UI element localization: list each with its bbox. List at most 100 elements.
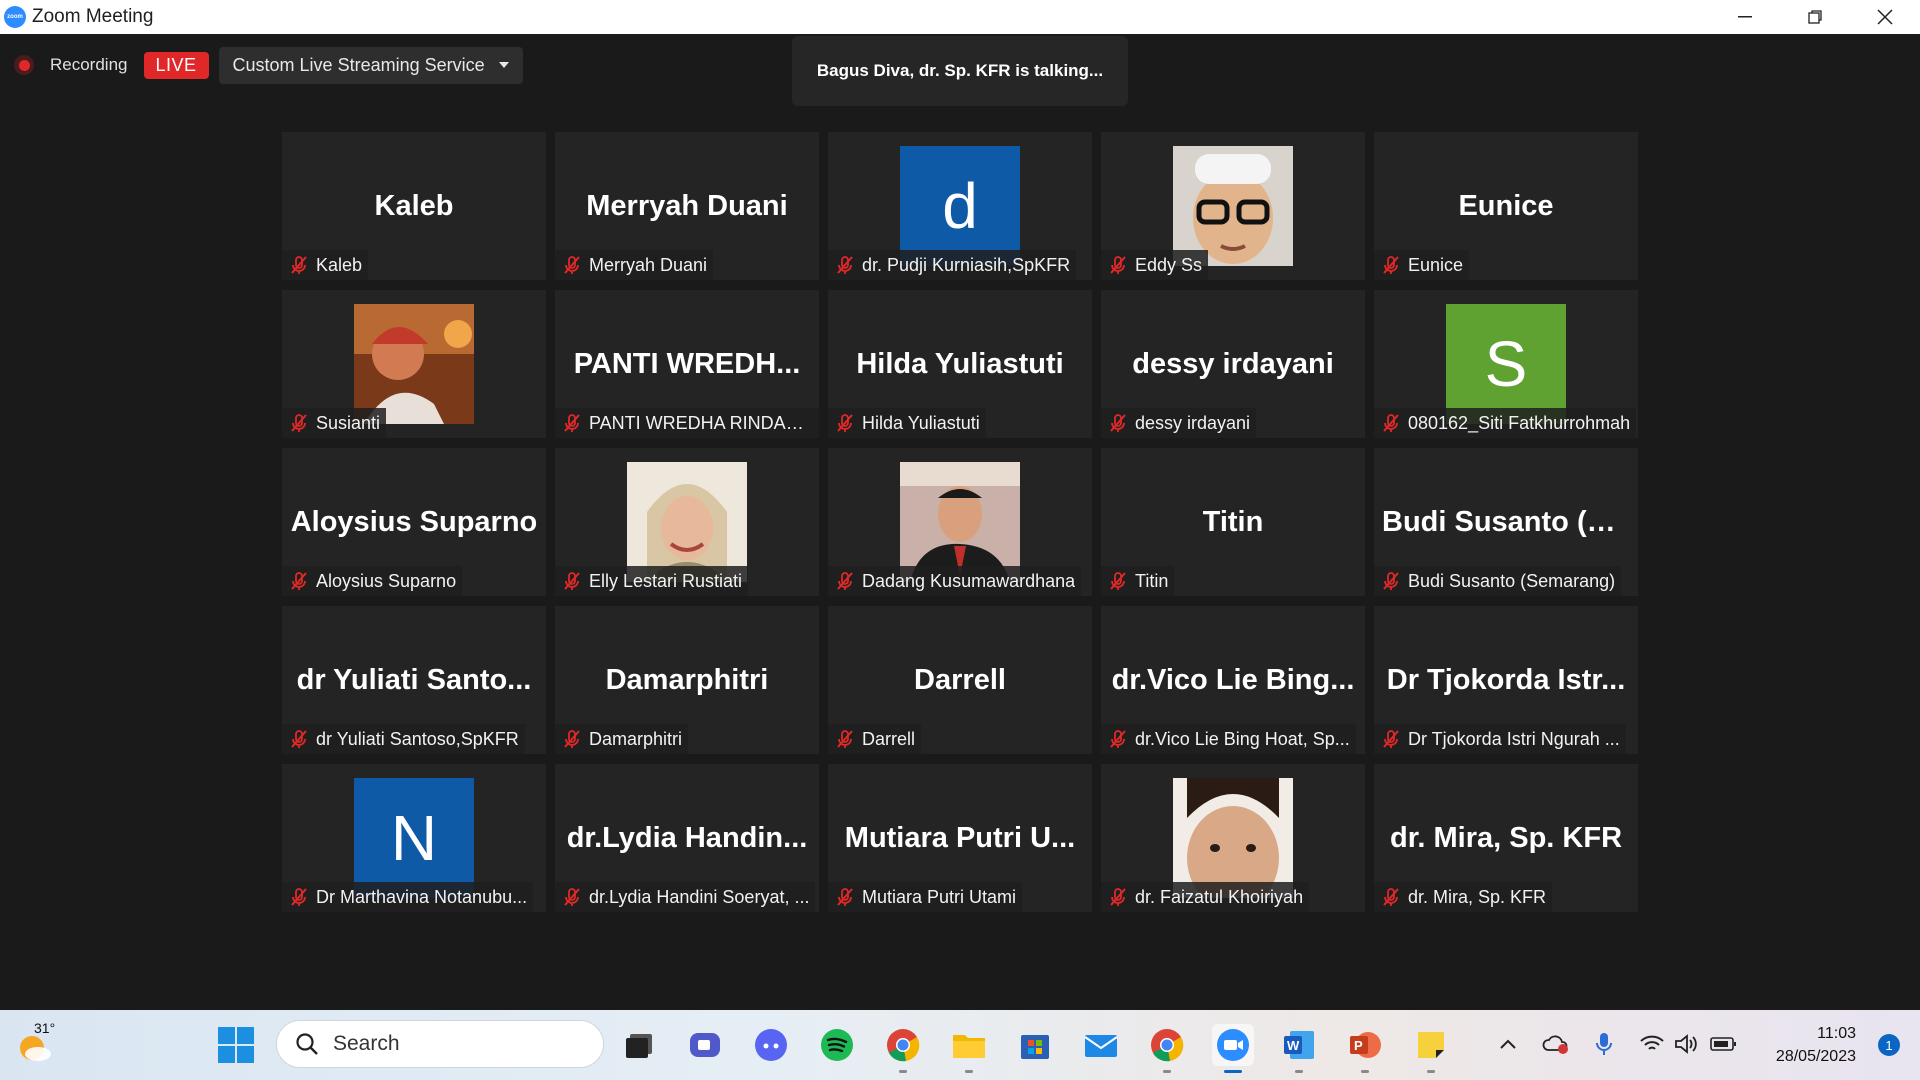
zoom-logo-icon: zoom — [4, 6, 26, 28]
muted-microphone-icon — [288, 886, 310, 908]
participant-tile[interactable]: dr.Vico Lie Bing... dr.Vico Lie Bing Hoat… — [1101, 606, 1365, 754]
close-button[interactable] — [1850, 0, 1920, 34]
window-title: Zoom Meeting — [32, 6, 154, 27]
participant-tile[interactable]: Eddy Ss — [1101, 132, 1365, 280]
muted-microphone-icon — [1107, 570, 1129, 592]
participant-tile[interactable]: Mutiara Putri U... Mutiara Putri Utami — [828, 764, 1092, 912]
microsoft-store-icon[interactable] — [1014, 1024, 1056, 1066]
start-button[interactable] — [218, 1027, 254, 1063]
participant-name-label: dr.Vico Lie Bing Hoat, Sp... — [1135, 728, 1350, 749]
participant-tile[interactable]: Susianti — [282, 290, 546, 438]
windows-logo-icon — [218, 1027, 235, 1044]
participant-name-bar: Dr Marthavina Notanubu... — [282, 882, 534, 912]
participant-name-label: Dr Marthavina Notanubu... — [316, 886, 528, 907]
task-view-icon[interactable] — [618, 1024, 660, 1066]
recording-icon[interactable] — [14, 55, 34, 75]
participant-tile[interactable]: dr. Faizatul Khoiriyah — [1101, 764, 1365, 912]
active-speaker-banner: Bagus Diva, dr. Sp. KFR is talking... — [792, 36, 1128, 106]
participant-tile[interactable]: Aloysius Suparno Aloysius Suparno — [282, 448, 546, 596]
participant-name-label: dr. Pudji Kurniasih,SpKFR — [862, 254, 1071, 275]
participant-name-label: dr Yuliati Santoso,SpKFR — [316, 728, 519, 749]
muted-microphone-icon — [834, 412, 856, 434]
participant-tile[interactable]: d dr. Pudji Kurniasih,SpKFR — [828, 132, 1092, 280]
muted-microphone-icon — [561, 886, 583, 908]
participant-tile[interactable]: Dr Tjokorda Istr... Dr Tjokorda Istri Ngu… — [1374, 606, 1638, 754]
participant-avatar: N — [354, 778, 474, 898]
participant-name-bar: Aloysius Suparno — [282, 566, 463, 596]
participant-tile[interactable]: Titin Titin — [1101, 448, 1365, 596]
participant-name-bar: dr. Faizatul Khoiriyah — [1101, 882, 1310, 912]
chevron-down-icon — [498, 62, 509, 68]
muted-microphone-icon — [834, 886, 856, 908]
search-icon — [296, 1033, 318, 1055]
participant-name-label: Eddy Ss — [1135, 254, 1203, 275]
participant-name-bar: Eddy Ss — [1101, 250, 1209, 280]
volume-icon[interactable] — [1672, 1030, 1700, 1058]
onedrive-error-icon[interactable] — [1542, 1030, 1570, 1058]
participant-tile[interactable]: N Dr Marthavina Notanubu... — [282, 764, 546, 912]
chrome-icon[interactable] — [882, 1024, 924, 1073]
participant-tile[interactable]: Darrell Darrell — [828, 606, 1092, 754]
wifi-icon[interactable] — [1638, 1030, 1666, 1058]
restore-button[interactable] — [1780, 0, 1850, 34]
participant-photo — [900, 462, 1020, 582]
weather-temperature: 31° — [34, 1020, 56, 1036]
chrome-profile-icon[interactable] — [1146, 1024, 1188, 1073]
participant-tile[interactable]: Kaleb Kaleb — [282, 132, 546, 280]
participant-name-label: dr. Faizatul Khoiriyah — [1135, 886, 1304, 907]
system-clock[interactable]: 11:03 28/05/2023 — [1776, 1022, 1856, 1068]
microphone-icon[interactable] — [1590, 1030, 1618, 1058]
participant-tile[interactable]: Elly Lestari Rustiati — [555, 448, 819, 596]
participant-tile[interactable]: dr.Lydia Handin... dr.Lydia Handini Soery… — [555, 764, 819, 912]
participant-tile[interactable]: Merryah Duani Merryah Duani — [555, 132, 819, 280]
participant-tile[interactable]: PANTI WREDH... PANTI WREDHA RINDAN... — [555, 290, 819, 438]
show-hidden-icons-chevron-up-icon[interactable] — [1494, 1030, 1522, 1058]
word-icon[interactable]: W — [1278, 1024, 1320, 1073]
discord-icon[interactable] — [750, 1024, 792, 1066]
svg-text:P: P — [1354, 1038, 1363, 1053]
teams-chat-icon[interactable] — [684, 1024, 726, 1066]
muted-microphone-icon — [1380, 570, 1402, 592]
participant-name-label: Elly Lestari Rustiati — [589, 570, 743, 591]
participant-name-bar: dr. Pudji Kurniasih,SpKFR — [828, 250, 1077, 280]
muted-microphone-icon — [288, 412, 310, 434]
minimize-button[interactable] — [1710, 0, 1780, 34]
sticky-notes-icon[interactable] — [1410, 1024, 1452, 1073]
participant-photo — [354, 304, 474, 424]
muted-microphone-icon — [561, 570, 583, 592]
participant-name-bar: dr Yuliati Santoso,SpKFR — [282, 724, 525, 754]
file-explorer-icon[interactable] — [948, 1024, 990, 1073]
muted-microphone-icon — [834, 570, 856, 592]
mail-icon[interactable] — [1080, 1024, 1122, 1066]
participant-name-label: Eunice — [1408, 254, 1464, 275]
participant-name-label: Hilda Yuliastuti — [862, 412, 980, 433]
participant-tile[interactable]: Hilda Yuliastuti Hilda Yuliastuti — [828, 290, 1092, 438]
participant-tile[interactable]: Eunice Eunice — [1374, 132, 1638, 280]
powerpoint-icon[interactable]: P — [1344, 1024, 1386, 1073]
spotify-icon[interactable] — [816, 1024, 858, 1066]
participant-tile[interactable]: Damarphitri Damarphitri — [555, 606, 819, 754]
participant-tile[interactable]: dr. Mira, Sp. KFR dr. Mira, Sp. KFR — [1374, 764, 1638, 912]
participant-name-label: Budi Susanto (Semarang) — [1408, 570, 1616, 591]
participant-tile[interactable]: Budi Susanto (S... Budi Susanto (Semarang… — [1374, 448, 1638, 596]
muted-microphone-icon — [1380, 886, 1402, 908]
participant-name-label: Titin — [1135, 570, 1169, 591]
muted-microphone-icon — [561, 254, 583, 276]
participant-name-bar: Merryah Duani — [555, 250, 714, 280]
recording-bar: Recording LIVE Custom Live Streaming Ser… — [14, 46, 523, 84]
participant-name-label: Merryah Duani — [589, 254, 708, 275]
participant-name-label: dr.Lydia Handini Soeryat, ... — [589, 886, 810, 907]
notification-badge[interactable]: 1 — [1878, 1034, 1900, 1056]
participant-tile[interactable]: dessy irdayani dessy irdayani — [1101, 290, 1365, 438]
participant-name-bar: Kaleb — [282, 250, 369, 280]
participant-tile[interactable]: S 080162_Siti Fatkhurrohmah — [1374, 290, 1638, 438]
muted-microphone-icon — [1107, 886, 1129, 908]
live-stream-service-dropdown[interactable]: Custom Live Streaming Service — [218, 46, 523, 84]
zoom-taskbar-icon[interactable] — [1212, 1024, 1254, 1073]
participant-photo — [1173, 778, 1293, 910]
battery-icon[interactable] — [1710, 1030, 1738, 1058]
participant-tile[interactable]: dr Yuliati Santo... dr Yuliati Santoso,Sp… — [282, 606, 546, 754]
taskbar-search-box[interactable]: Search — [276, 1020, 604, 1068]
participant-name-label: 080162_Siti Fatkhurrohmah — [1408, 412, 1631, 433]
participant-tile[interactable]: Dadang Kusumawardhana — [828, 448, 1092, 596]
